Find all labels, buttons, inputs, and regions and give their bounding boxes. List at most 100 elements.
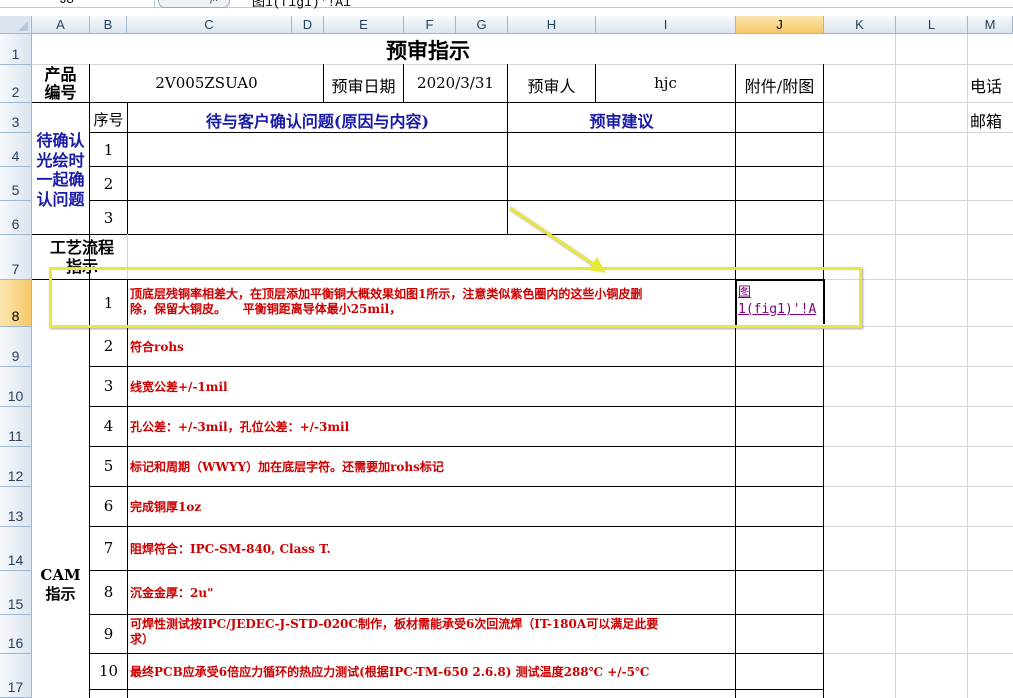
review-date-label: 预审日期 xyxy=(331,77,396,96)
row-header-13[interactable]: 13 xyxy=(0,487,32,527)
gridline xyxy=(824,200,1013,201)
gridline xyxy=(824,570,1013,571)
product-code-value[interactable]: 2V005ZSUA0 xyxy=(90,74,323,92)
cam-item-text[interactable]: 沉金金厚：2u" xyxy=(130,584,213,601)
column-header-E[interactable]: E xyxy=(324,16,404,34)
cam-item-text[interactable]: 线宽公差+/-1mil xyxy=(130,378,228,395)
name-box-value[interactable]: J8 xyxy=(60,0,74,6)
column-header-M[interactable]: M xyxy=(968,16,1013,34)
cam-item-text[interactable]: 孔公差：+/-3mil，孔位公差：+/-3mil xyxy=(130,418,349,435)
row-header-2[interactable]: 2 xyxy=(0,65,32,103)
row-header-15[interactable]: 15 xyxy=(0,571,32,615)
column-header-L[interactable]: L xyxy=(896,16,968,34)
column-header-D[interactable]: D xyxy=(292,16,324,34)
email-label: 邮箱 xyxy=(970,112,1003,131)
row-header-9[interactable]: 9 xyxy=(0,327,32,367)
cam-item-num: 4 xyxy=(103,417,114,435)
product-code-label: 产品 编号 xyxy=(44,65,77,102)
table-border xyxy=(90,570,824,571)
cam-item-num: 3 xyxy=(103,377,114,395)
table-border xyxy=(32,234,824,235)
fx-icon[interactable]: fx xyxy=(210,0,218,4)
gridline xyxy=(824,102,1013,103)
cam-item-num: 10 xyxy=(98,662,119,680)
gridline xyxy=(824,406,1013,407)
cam-item-num: 6 xyxy=(103,497,114,515)
row-header-14[interactable]: 14 xyxy=(0,527,32,571)
cam-item-text[interactable]: 符合rohs xyxy=(130,338,184,355)
cam-item-num: 9 xyxy=(103,625,114,643)
gridline xyxy=(824,486,1013,487)
formula-input[interactable]: 图1(fig1)'!A1 xyxy=(252,0,351,10)
gridline xyxy=(824,166,1013,167)
row-header-7[interactable]: 7 xyxy=(0,235,32,280)
column-header-B[interactable]: B xyxy=(90,16,127,34)
column-header-G[interactable]: G xyxy=(456,16,508,34)
suggest-header: 预审建议 xyxy=(589,112,654,131)
sheet-title: 预审指示 xyxy=(386,38,470,63)
reviewer-value[interactable]: hjc xyxy=(596,74,735,92)
row-header-17[interactable]: 17 xyxy=(0,654,32,698)
issues-header: 待与客户确认问题(原因与内容) xyxy=(205,112,430,131)
gridline xyxy=(824,132,1013,133)
column-header-C[interactable]: C xyxy=(127,16,292,34)
table-border xyxy=(90,406,824,407)
table-border xyxy=(90,200,824,201)
table-border xyxy=(90,132,824,133)
review-date-value[interactable]: 2020/3/31 xyxy=(404,74,507,92)
cam-item-text[interactable]: 最终PCB应承受6倍应力循环的热应力测试(根据IPC-TM-650 2.6.8)… xyxy=(130,663,649,680)
column-header-I[interactable]: I xyxy=(596,16,736,34)
column-header-K[interactable]: K xyxy=(824,16,896,34)
table-border xyxy=(90,689,824,690)
column-header-J[interactable]: J xyxy=(736,16,824,34)
gridline xyxy=(824,614,1013,615)
reviewer-label: 预审人 xyxy=(527,77,576,96)
gridline xyxy=(824,366,1013,367)
cam-item-text[interactable]: 可焊性测试按IPC/JEDEC-J-STD-020C制作，板材需能承受6次回流焊… xyxy=(130,617,658,647)
table-border xyxy=(90,653,824,654)
pending-num: 3 xyxy=(103,209,114,227)
cam-item-text[interactable]: 完成铜厚1oz xyxy=(130,498,201,515)
gridline xyxy=(824,526,1013,527)
gridline xyxy=(824,653,1013,654)
select-all-triangle-icon xyxy=(18,21,28,31)
row-header-8[interactable]: 8 xyxy=(0,280,32,327)
table-border xyxy=(90,526,824,527)
row-header-5[interactable]: 5 xyxy=(0,167,32,201)
table-border xyxy=(735,64,736,698)
insert-function-button[interactable] xyxy=(158,0,230,8)
pending-num: 2 xyxy=(103,175,114,193)
column-header-A[interactable]: A xyxy=(32,16,90,34)
row-header-4[interactable]: 4 xyxy=(0,133,32,167)
row-header-12[interactable]: 12 xyxy=(0,447,32,487)
cam-item-num: 2 xyxy=(103,337,114,355)
seq-label: 序号 xyxy=(93,111,124,129)
table-border xyxy=(823,64,824,698)
row-header-11[interactable]: 11 xyxy=(0,407,32,447)
cam-item-text[interactable]: 标记和周期（WWYY）加在底层字符。还需要加rohs标记 xyxy=(130,458,444,475)
column-header-F[interactable]: F xyxy=(404,16,456,34)
pending-issues-label: 待确认 光绘时 一起确 认问题 xyxy=(36,131,85,209)
phone-label: 电话 xyxy=(970,77,1003,96)
cam-item-text[interactable]: 阻焊符合：IPC-SM-840, Class T. xyxy=(130,540,331,557)
arrow-icon xyxy=(509,206,606,273)
table-border xyxy=(90,614,824,615)
table-border xyxy=(90,446,824,447)
table-border xyxy=(127,279,128,698)
column-header-H[interactable]: H xyxy=(508,16,596,34)
row-header-1[interactable]: 1 xyxy=(0,34,32,65)
table-border xyxy=(32,102,824,103)
cam-label: CAM 指示 xyxy=(40,566,81,603)
gridline xyxy=(824,234,1013,235)
row-header-6[interactable]: 6 xyxy=(0,201,32,235)
row-header-3[interactable]: 3 xyxy=(0,103,32,133)
row-header-10[interactable]: 10 xyxy=(0,367,32,407)
cam-item-num: 8 xyxy=(103,583,114,601)
name-box[interactable] xyxy=(0,0,155,8)
table-border xyxy=(90,166,824,167)
row-header-16[interactable]: 16 xyxy=(0,615,32,654)
cam-item-num: 7 xyxy=(103,539,114,557)
pending-num: 1 xyxy=(103,141,114,159)
table-border xyxy=(90,486,824,487)
table-border xyxy=(90,366,824,367)
